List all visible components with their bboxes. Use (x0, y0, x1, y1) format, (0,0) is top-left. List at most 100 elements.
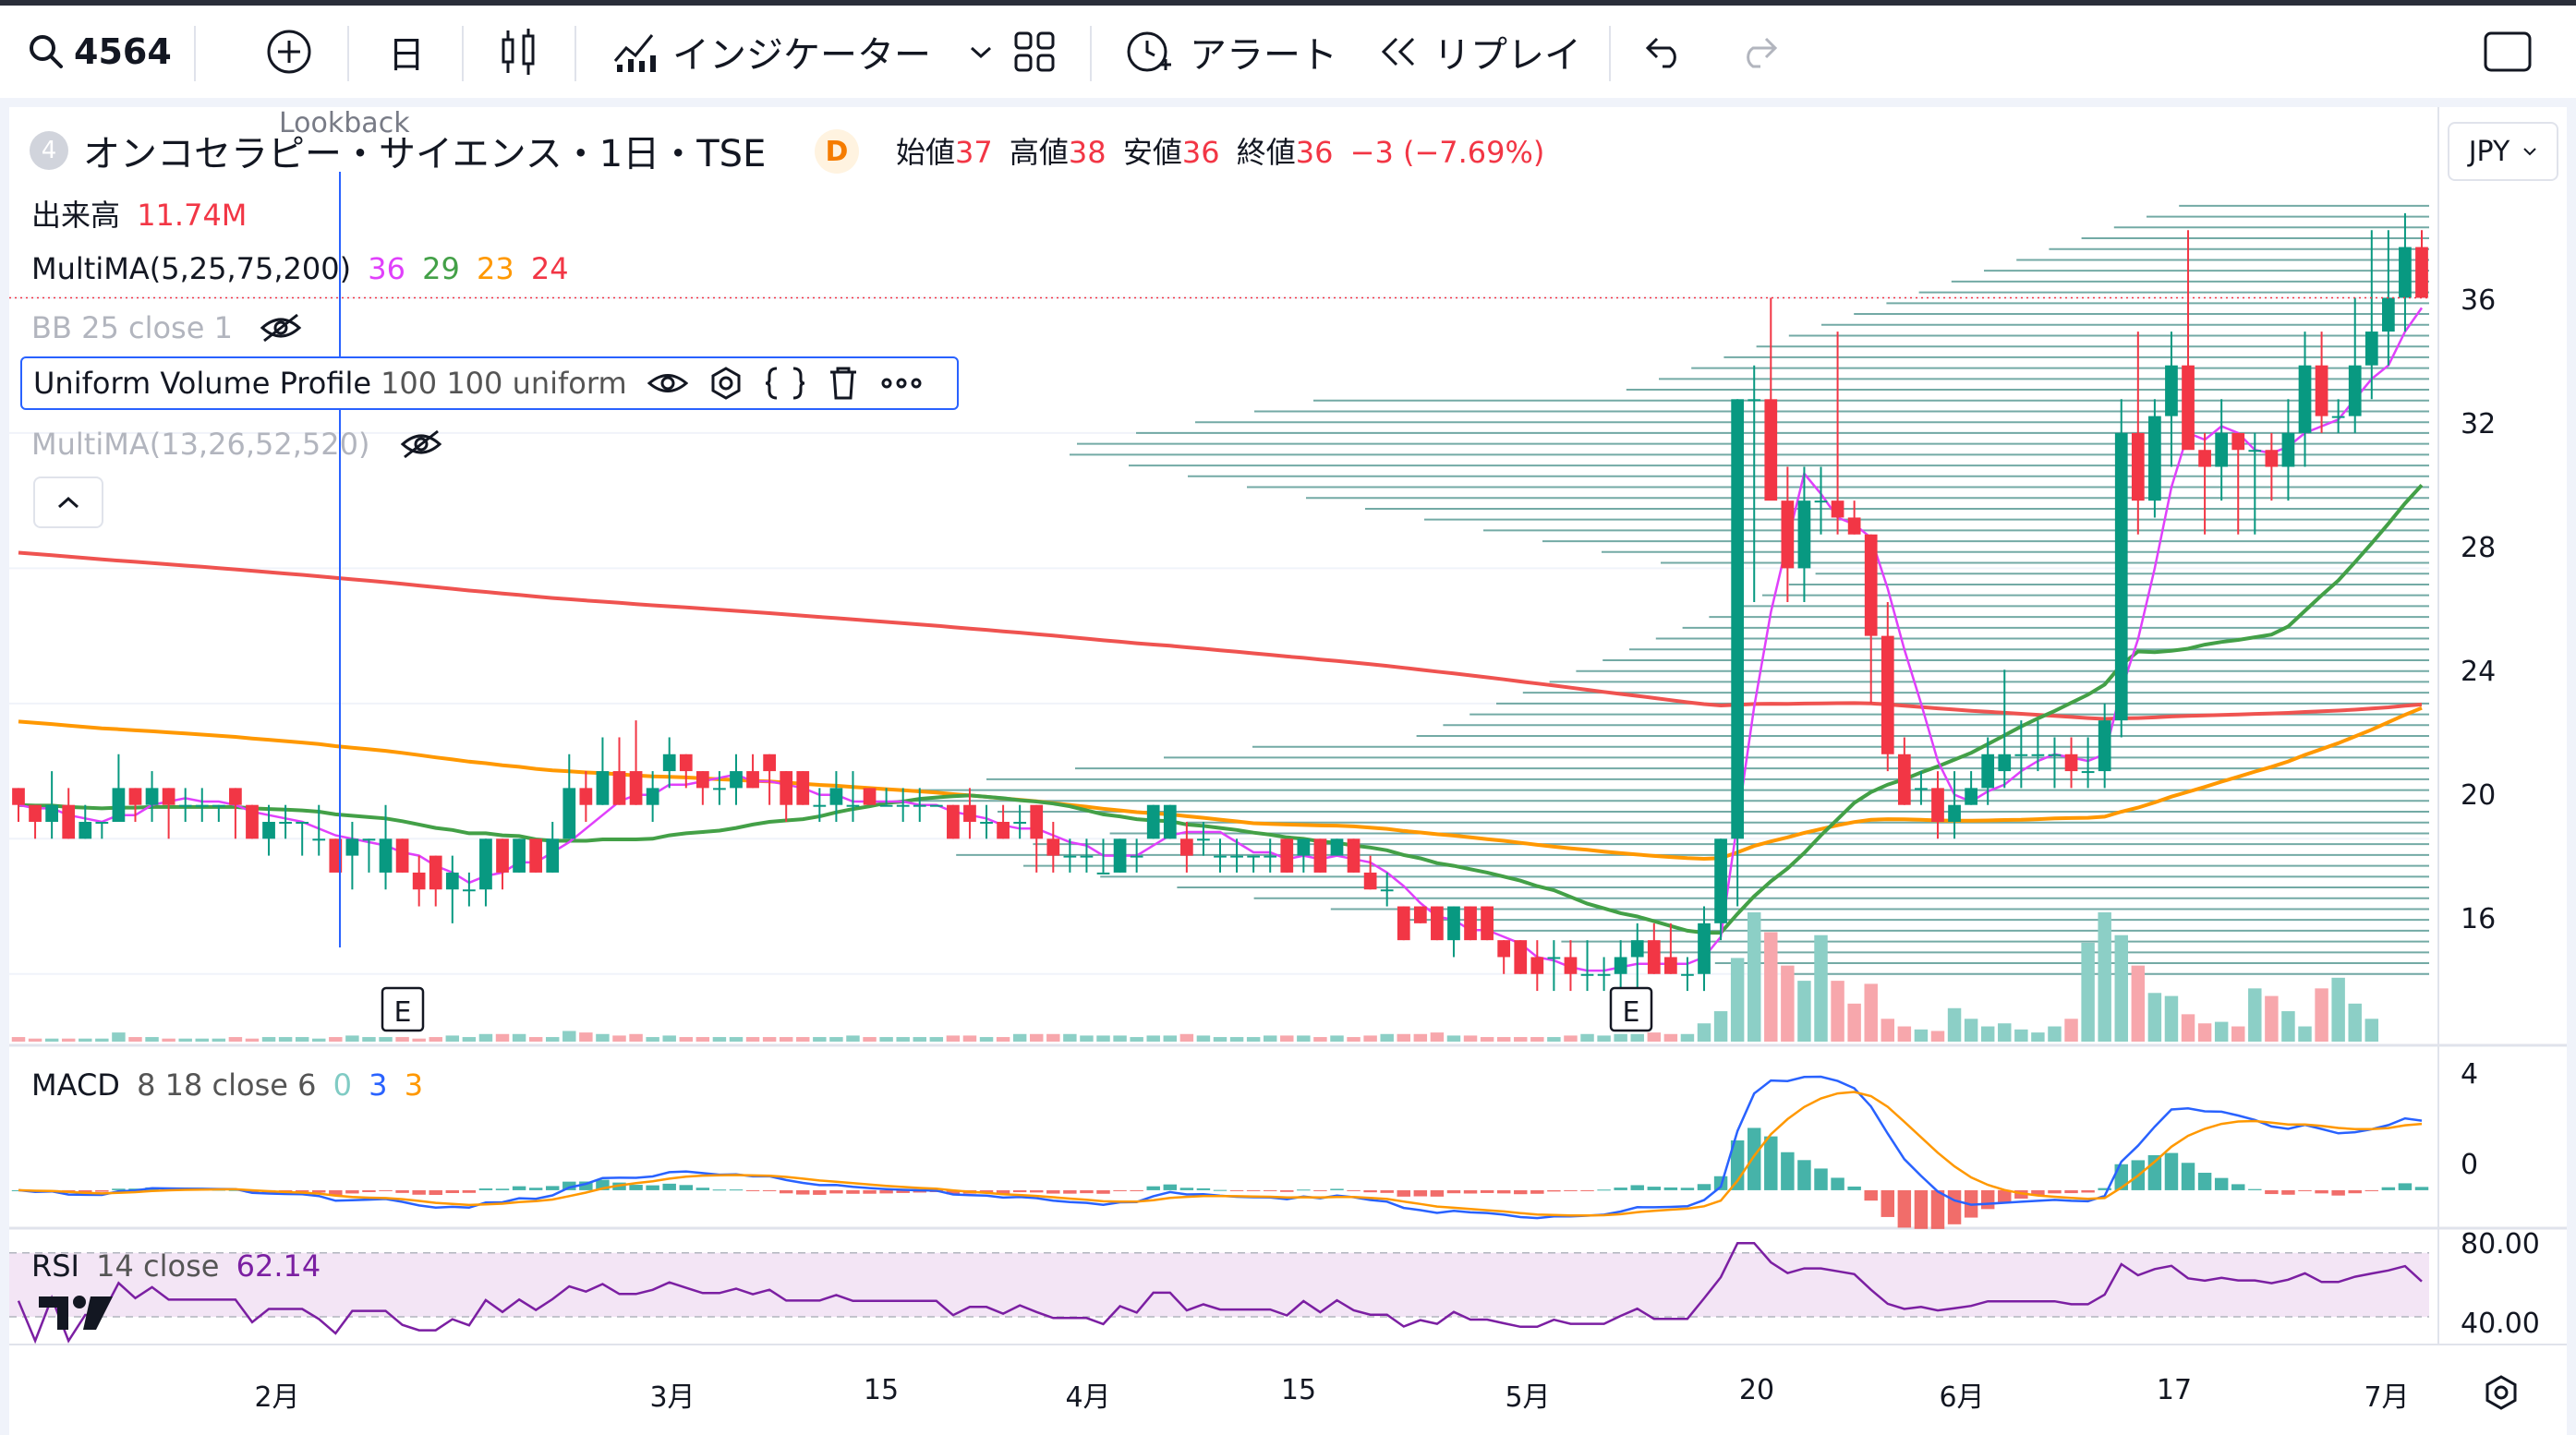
macd-histogram-bar (813, 1189, 827, 1195)
settings-icon[interactable] (708, 366, 744, 401)
candle-body (2031, 754, 2045, 756)
macd-histogram-bar (1547, 1189, 1561, 1192)
macd-histogram-bar (1313, 1189, 1327, 1191)
layout-button[interactable] (1012, 6, 1057, 98)
indicators-button[interactable]: インジケーター (611, 6, 994, 98)
macd-histogram-bar (1947, 1189, 1962, 1224)
more-icon[interactable] (880, 377, 923, 390)
collapse-legend-button[interactable] (33, 476, 103, 528)
volume-bar (1881, 1019, 1895, 1042)
volume-bar (1397, 1033, 1410, 1042)
replay-button[interactable]: リプレイ (1376, 6, 1581, 98)
compare-button[interactable] (264, 6, 314, 98)
candle-body (2265, 450, 2279, 467)
candle-body (1247, 855, 1261, 858)
candle-body (1981, 754, 1995, 789)
candle-body (1948, 804, 1961, 822)
earnings-marker-label: E (1623, 996, 1640, 1029)
candle-body (813, 804, 827, 807)
macd-histogram-bar (1080, 1189, 1094, 1194)
macd-histogram-bar (1113, 1189, 1127, 1191)
rsi-legend[interactable]: RSI 14 close 62.14 (31, 1248, 328, 1284)
macd-histogram-bar (1914, 1189, 1929, 1229)
delay-badge[interactable]: D (815, 129, 859, 174)
candle-body (2281, 432, 2295, 467)
macd-histogram-bar (1881, 1189, 1895, 1217)
multima-legend[interactable]: MultiMA(5,25,75,200) 36 29 23 24 (31, 251, 576, 286)
chart-area[interactable]: EE Lookback 4 オンコセラピー・サイエンス・1日・TSE D 始値3… (9, 107, 2567, 1435)
macd-histogram-bar (1263, 1189, 1277, 1191)
currency-button[interactable]: JPY (2448, 122, 2558, 181)
volume-bar (1347, 1037, 1361, 1042)
fullscreen-button[interactable] (2483, 6, 2533, 98)
divider (1090, 26, 1092, 81)
trash-icon[interactable] (827, 365, 860, 402)
undo-button[interactable] (1644, 6, 1687, 98)
macd-histogram-bar (2081, 1189, 2095, 1193)
time-label: 3月 (649, 1381, 695, 1414)
bb-legend[interactable]: BB 25 close 1 (31, 310, 303, 345)
alert-button[interactable]: アラート (1123, 6, 1337, 98)
chart-title[interactable]: オンコセラピー・サイエンス・1日・TSE (83, 124, 766, 177)
volume-bar (1163, 1035, 1178, 1042)
volume-bar (162, 1038, 175, 1042)
volume-legend[interactable]: 出来高 11.74M (31, 192, 254, 235)
macd-histogram-bar (1030, 1189, 1044, 1193)
volume-bar (946, 1035, 961, 1042)
eye-hidden-icon[interactable] (259, 311, 303, 344)
candle-body (2081, 771, 2095, 774)
chart-canvas[interactable]: EE (9, 107, 2567, 1435)
interval-button[interactable]: 日 (388, 6, 425, 98)
source-code-icon[interactable] (764, 365, 806, 402)
symbol-search[interactable]: 4564 (26, 6, 172, 98)
volume-bar (913, 1037, 926, 1042)
candle-body (1630, 940, 1644, 958)
macd-histogram-bar (2197, 1173, 2212, 1190)
volume-bar (813, 1037, 827, 1042)
candle-body (1881, 635, 1894, 754)
macd-histogram-bar (1647, 1187, 1662, 1190)
macd-legend[interactable]: MACD 8 18 close 6 0 3 3 (31, 1067, 430, 1103)
volume-bar (2098, 912, 2111, 1042)
volume-bar (312, 1038, 326, 1042)
ohlc-legend: 始値37 高値38 安値36 終値36 −3 (−7.69%) (896, 129, 1552, 172)
settings-button[interactable] (2483, 1374, 2520, 1415)
candle-body (713, 788, 726, 790)
macd-histogram-bar (1179, 1188, 1194, 1190)
uvp-label: Uniform Volume Profile (33, 366, 372, 401)
currency-label: JPY (2468, 135, 2510, 168)
volume-bar (545, 1037, 560, 1042)
volume-bar (1980, 1026, 1995, 1042)
divider (194, 26, 196, 81)
eye-icon[interactable] (647, 369, 688, 397)
macd-histogram-bar (712, 1189, 727, 1191)
candle-body (997, 822, 1010, 839)
candle-body (1063, 855, 1077, 858)
chevron-down-icon (2523, 148, 2537, 156)
volume-bar (695, 1037, 710, 1042)
redo-icon (1747, 37, 1778, 68)
macd-histogram-bar (2265, 1189, 2279, 1195)
chart-type-button[interactable] (499, 6, 539, 98)
low-label: 安値 (1122, 135, 1182, 170)
macd-histogram-bar (1663, 1187, 1678, 1190)
volume-bar (128, 1037, 142, 1042)
uvp-legend[interactable]: Uniform Volume Profile 100 100 uniform (20, 356, 959, 410)
candle-body (479, 838, 492, 890)
candle-body (229, 788, 242, 805)
multima2-legend[interactable]: MultiMA(13,26,52,520) (31, 427, 443, 462)
tradingview-logo[interactable] (37, 1289, 120, 1339)
volume-value: 11.74M (137, 198, 248, 233)
volume-bar (1413, 1033, 1428, 1042)
low-value: 36 (1181, 135, 1220, 170)
candle-body (2165, 365, 2178, 416)
candle-body (662, 754, 676, 772)
candle-body (879, 804, 893, 807)
volume-bar (61, 1038, 76, 1042)
eye-hidden-icon[interactable] (399, 428, 443, 461)
candle-body (1313, 838, 1327, 873)
indicators-label: インジケーター (672, 34, 931, 77)
macd-histogram-bar (429, 1189, 442, 1196)
candle-body (2114, 432, 2128, 721)
redo-button[interactable] (1736, 6, 1779, 98)
